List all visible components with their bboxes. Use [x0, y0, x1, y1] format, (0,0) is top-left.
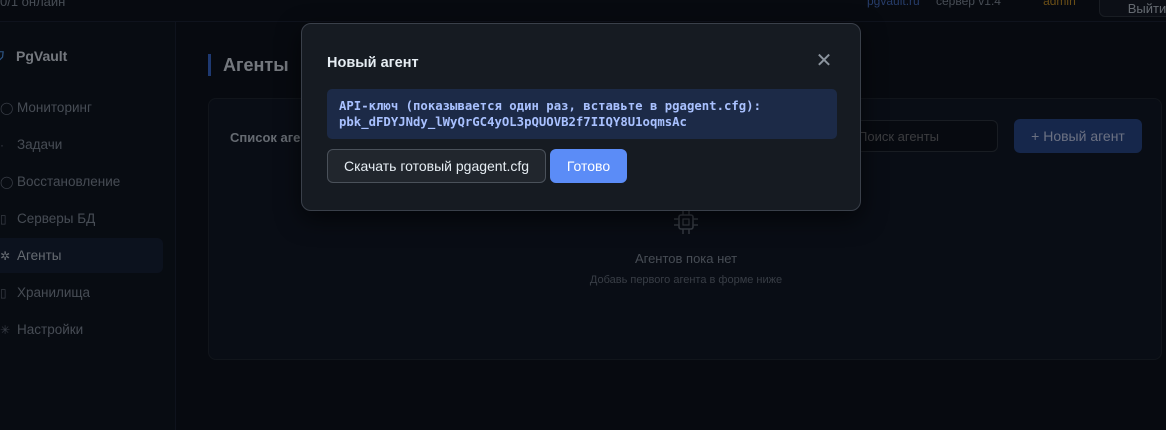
api-key-label: API-ключ (показывается один раз, вставьт…: [339, 99, 761, 113]
modal-title: Новый агент: [327, 55, 419, 71]
new-agent-modal: Новый агент ✕ API-ключ (показывается оди…: [301, 23, 861, 211]
done-button[interactable]: Готово: [550, 149, 627, 183]
close-icon[interactable]: ✕: [815, 51, 833, 71]
download-config-button[interactable]: Скачать готовый pgagent.cfg: [327, 149, 546, 183]
api-key-value[interactable]: pbk_dFDYJNdy_lWyQrGC4yOL3pQUOVB2f7IIQY8U…: [339, 114, 825, 130]
api-key-box[interactable]: API-ключ (показывается один раз, вставьт…: [327, 89, 837, 139]
